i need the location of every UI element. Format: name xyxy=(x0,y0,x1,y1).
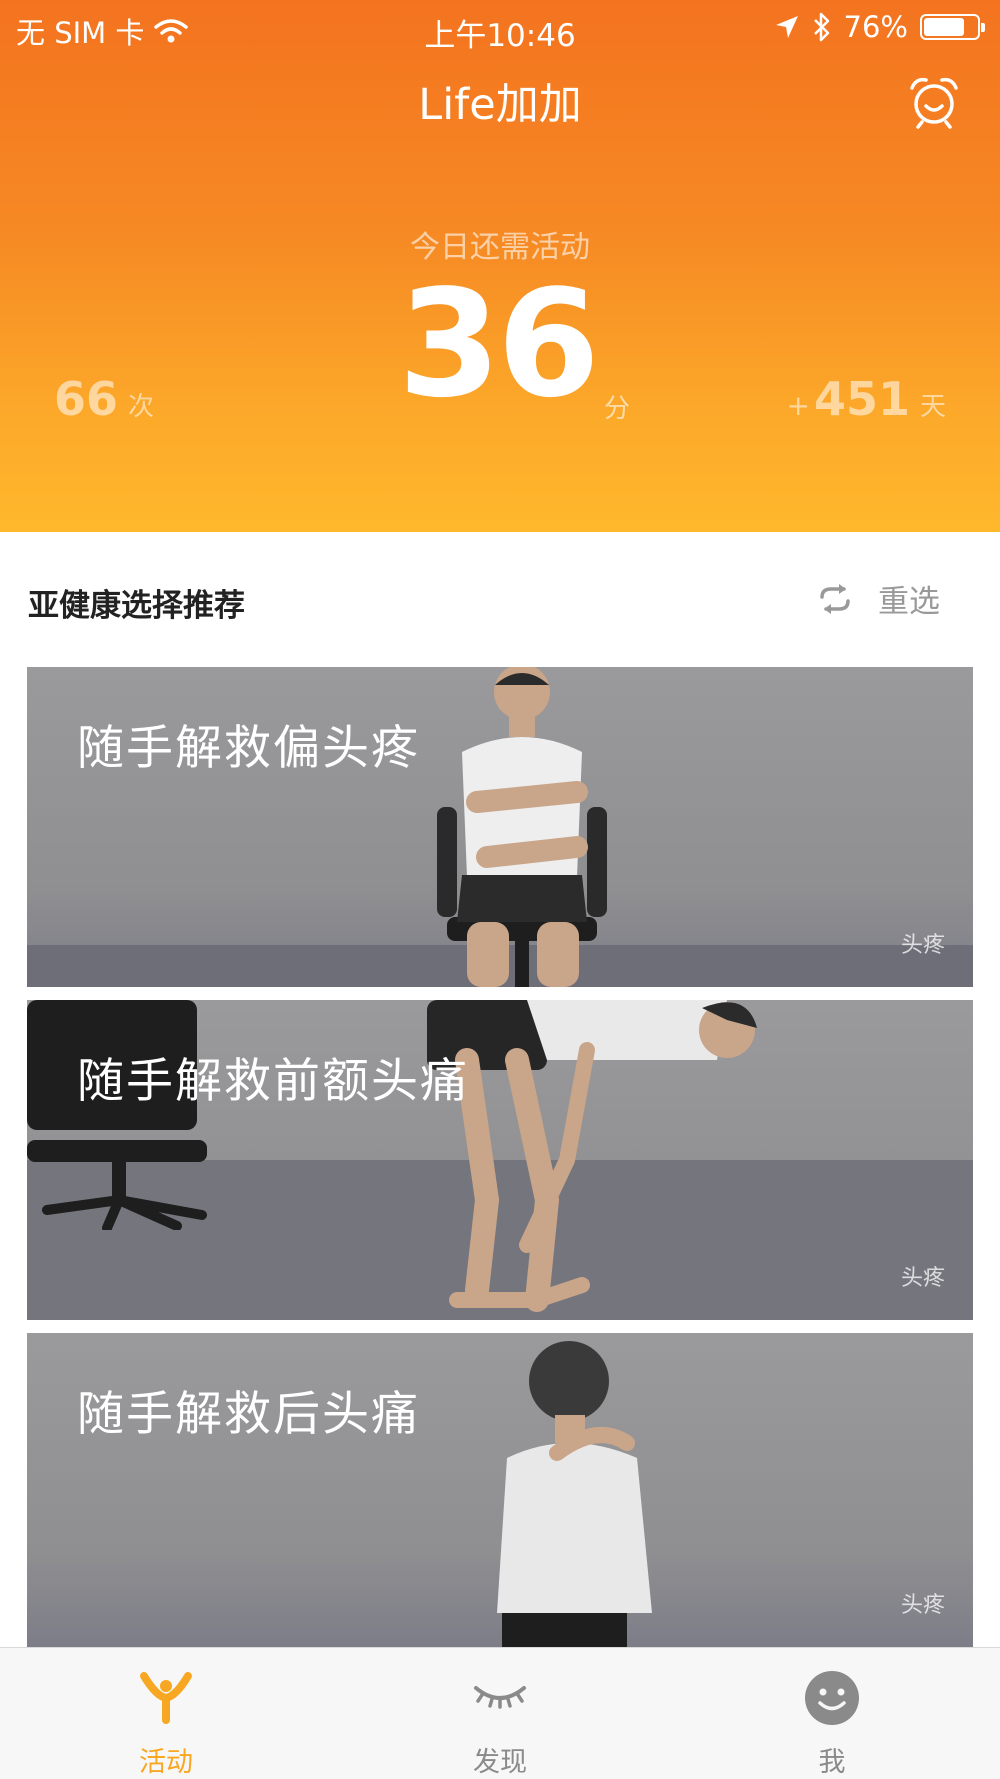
card-tag: 头疼 xyxy=(900,1593,945,1618)
card-tag: 头疼 xyxy=(900,933,945,958)
smiley-face-icon xyxy=(805,1671,859,1725)
header-banner: 无 SIM 卡 上午10:46 76% Life加加 今日还需活动 36 分 6… xyxy=(0,0,1000,532)
streak-days-value: 451 xyxy=(813,372,910,426)
seated-person-illustration xyxy=(437,667,607,987)
tab-discover[interactable]: 发现 xyxy=(400,1648,600,1779)
alarm-button[interactable] xyxy=(906,74,962,130)
activity-count-value: 66 xyxy=(54,372,119,426)
tab-me[interactable]: 我 xyxy=(732,1648,932,1779)
card-tag: 头疼 xyxy=(900,1266,945,1291)
reselect-button[interactable]: 重选 xyxy=(818,576,940,621)
recommendation-card-migraine[interactable]: 随手解救偏头疼 头疼 xyxy=(27,667,973,987)
tab-label: 我 xyxy=(818,1747,846,1778)
recommendation-card-forehead[interactable]: 随手解救前额头痛 头疼 xyxy=(27,1000,973,1320)
office-chair-illustration xyxy=(27,1000,207,1230)
app-title: Life加加 xyxy=(418,80,582,130)
status-bar: 无 SIM 卡 上午10:46 76% xyxy=(0,0,1000,56)
reselect-label: 重选 xyxy=(878,584,940,620)
tab-label: 活动 xyxy=(139,1747,193,1778)
section-title: 亚健康选择推荐 xyxy=(28,588,245,624)
tab-label: 发现 xyxy=(473,1747,527,1778)
streak-days-prefix: + xyxy=(786,389,810,422)
card-title: 随手解救后头痛 xyxy=(77,1387,420,1442)
battery-fill xyxy=(924,18,964,36)
card-title: 随手解救偏头疼 xyxy=(77,721,420,776)
streak-days-stat: +451 天 xyxy=(786,372,946,426)
battery-icon xyxy=(920,14,985,40)
streak-days-unit: 天 xyxy=(919,392,946,422)
activity-count-unit: 次 xyxy=(128,392,155,422)
activity-icon xyxy=(140,1672,192,1724)
card-title: 随手解救前额头痛 xyxy=(77,1054,469,1109)
refresh-icon xyxy=(820,583,850,614)
alarm-clock-icon xyxy=(910,77,958,129)
tab-activity[interactable]: 活动 xyxy=(66,1648,266,1779)
bottom-tab-bar: 活动 发现 我 xyxy=(0,1647,1000,1779)
bending-person-illustration xyxy=(427,1000,757,1312)
activity-count-stat: 66 次 xyxy=(54,372,154,426)
location-arrow-icon xyxy=(775,16,798,38)
closed-eye-icon xyxy=(474,1686,526,1709)
remaining-minutes-value: 36 xyxy=(398,258,600,430)
bluetooth-icon xyxy=(813,12,829,42)
battery-percent: 76% xyxy=(843,10,908,44)
recommendation-card-back-head[interactable]: 随手解救后头痛 头疼 xyxy=(27,1333,973,1647)
back-view-person-illustration xyxy=(497,1341,652,1647)
remaining-minutes-unit: 分 xyxy=(604,394,631,424)
recommendation-section-header: 亚健康选择推荐 重选 xyxy=(0,560,1000,640)
